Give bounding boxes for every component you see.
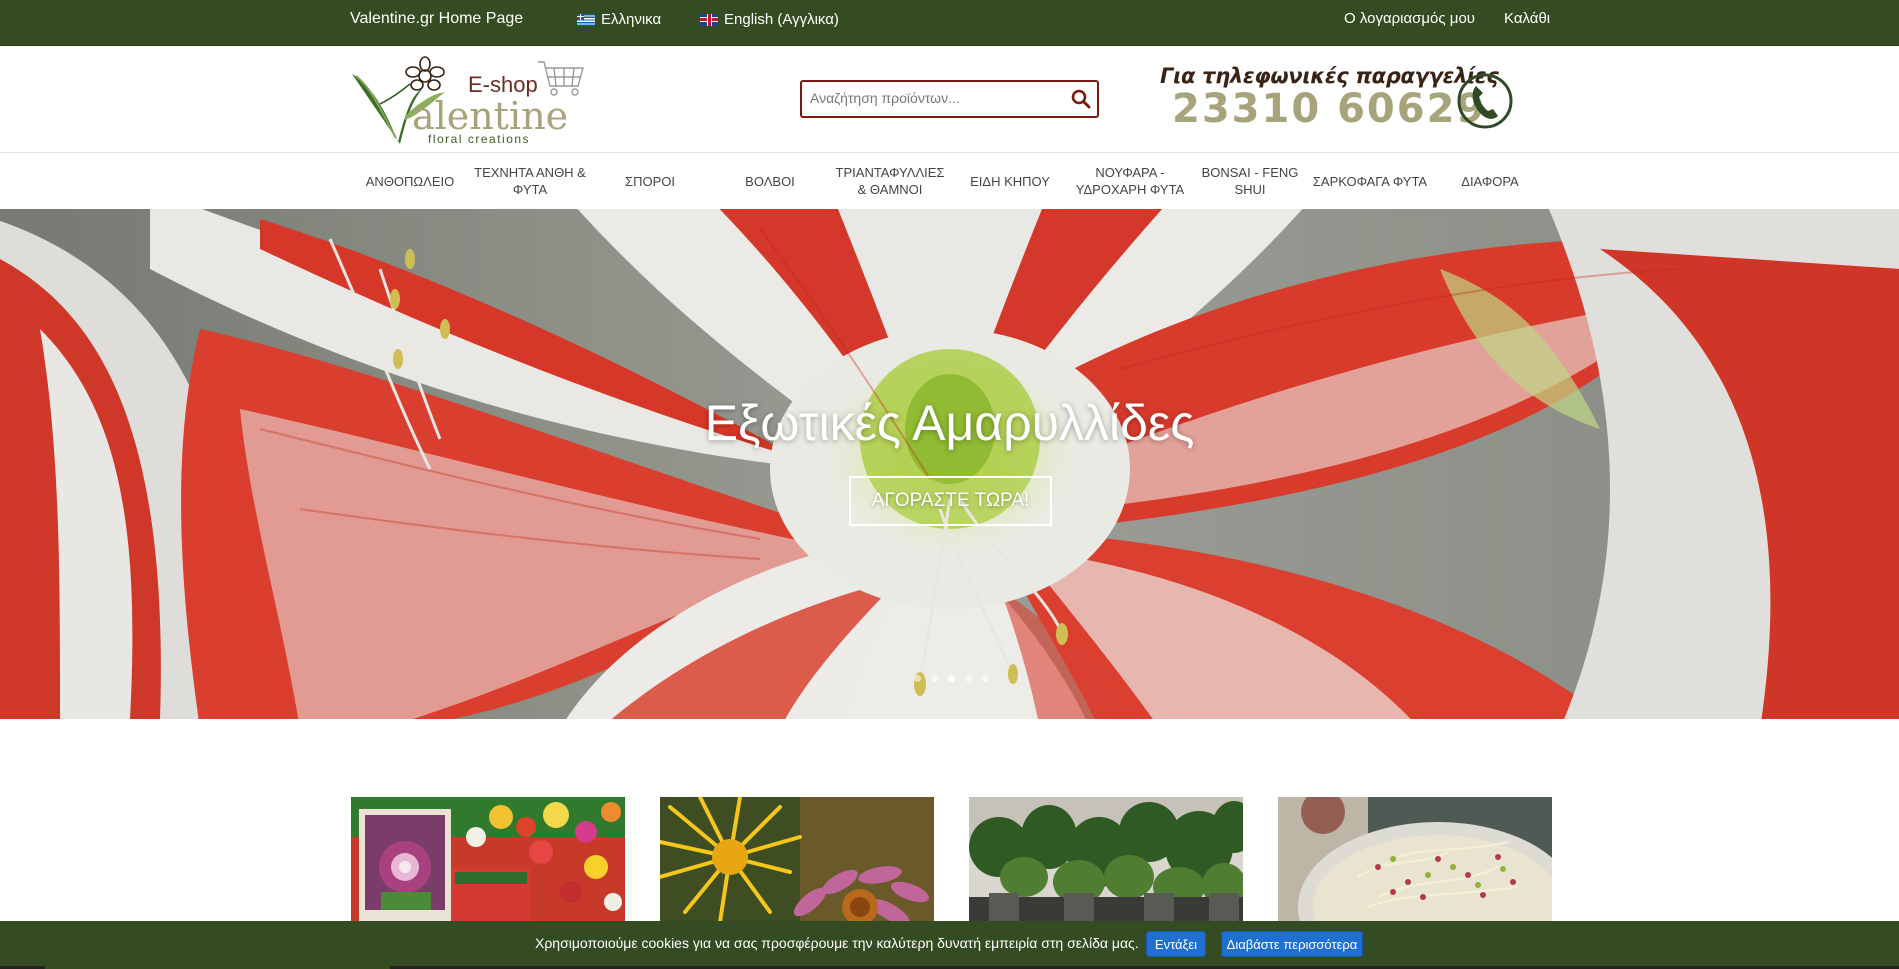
nav-item-artificial-flowers[interactable]: ΤΕΧΝΗΤΑ ΑΝΘΗ & ΦΥΤΑ [470,153,590,209]
yellow-flowers-image [660,797,934,922]
nav-item-garden-supplies[interactable]: ΕΙΔΗ ΚΗΠΟΥ [950,153,1070,209]
cookie-consent-bar: Χρησιμοποιούμε cookies για να σας προσφέ… [0,921,1899,969]
nav-item-bonsai[interactable]: BONSAI - FENG SHUI [1190,153,1310,209]
nav-item-bulbs[interactable]: ΒΟΛΒΟΙ [710,153,830,209]
cookie-read-more-button[interactable]: Διαβάστε περισσότερα [1221,931,1363,957]
nav-item-flower-shop[interactable]: ΑΝΘΟΠΩΛΕΙΟ [350,153,470,209]
language-greek-label: Ελληνικα [601,11,662,28]
slider-dot-active[interactable] [948,675,955,682]
slider-dot[interactable] [931,675,938,682]
cookie-message: Χρησιμοποιούμε cookies για να σας προσφέ… [535,935,1139,951]
phone-number: 23310 60629 [1172,86,1487,132]
hero-title: Εξωτικές Αμαρυλλίδες [704,395,1195,451]
hero-slider: Εξωτικές Αμαρυλλίδες ΑΓΟΡΑΣΤΕ ΤΩΡΑ! [0,209,1899,719]
my-account-link[interactable]: Ο λογαριασμός μου [1344,10,1475,27]
search-icon[interactable] [1071,89,1091,109]
phone-caption: Για τηλεφωνικές παραγγελίες [1160,64,1499,88]
cookie-accept-button[interactable]: Εντάξει [1146,931,1206,957]
search-box [800,80,1099,118]
nav-item-roses-shrubs[interactable]: ΤΡΙΑΝΤΑΦΥΛΛΙΕΣ & ΘΑΜΝΟΙ [830,153,950,209]
amaryllis-hero-image [0,209,1899,719]
phone-orders-banner: Για τηλεφωνικές παραγγελίες 23310 60629 [1158,64,1518,134]
language-english-link[interactable]: English (Αγγλικα) [700,11,839,28]
logo-tagline-text: floral creations [428,132,530,146]
slider-dots [914,675,989,682]
uk-flag-icon [700,13,718,26]
nav-item-carnivorous-plants[interactable]: ΣΑΡΚΟΦΑΓΑ ΦΥΤΑ [1310,153,1430,209]
sprouts-bowl-image [1278,797,1552,922]
home-page-link[interactable]: Valentine.gr Home Page [350,10,523,28]
nav-item-seeds[interactable]: ΣΠΟΡΟΙ [590,153,710,209]
slider-dot[interactable] [982,675,989,682]
slider-dot[interactable] [914,675,921,682]
buy-now-button[interactable]: ΑΓΟΡΑΣΤΕ ΤΩΡΑ! [849,476,1052,526]
site-header: E-shop alentine floral creations Για τηλ… [0,46,1899,153]
top-bar: Valentine.gr Home Page Ελληνικα English … [0,0,1899,46]
nav-item-water-plants[interactable]: ΝΟΥΦΑΡΑ - ΥΔΡΟΧΑΡΗ ΦΥΤΑ [1070,153,1190,209]
cart-link[interactable]: Καλάθι [1504,10,1550,27]
category-tile-indoor-plants[interactable] [969,797,1243,922]
search-input[interactable] [810,90,1060,106]
greek-flag-icon [577,13,595,26]
nav-item-misc[interactable]: ΔΙΑΦΟΡΑ [1430,153,1550,209]
language-greek-link[interactable]: Ελληνικα [577,11,661,28]
site-logo[interactable]: E-shop alentine floral creations [350,54,590,146]
valentine-logo-graphic: E-shop alentine floral creations [352,56,584,146]
language-english-label: English (Αγγλικα) [724,11,839,28]
seed-packets-image [351,797,625,922]
slider-dot[interactable] [965,675,972,682]
telephone-icon [1457,73,1513,129]
main-navigation: ΑΝΘΟΠΩΛΕΙΟ ΤΕΧΝΗΤΑ ΑΝΘΗ & ΦΥΤΑ ΣΠΟΡΟΙ ΒΟ… [0,153,1899,209]
category-tile-sprouts[interactable] [1278,797,1552,922]
category-tile-seed-packets[interactable] [351,797,625,922]
category-tile-perennials[interactable] [660,797,934,922]
indoor-plants-image [969,797,1243,922]
